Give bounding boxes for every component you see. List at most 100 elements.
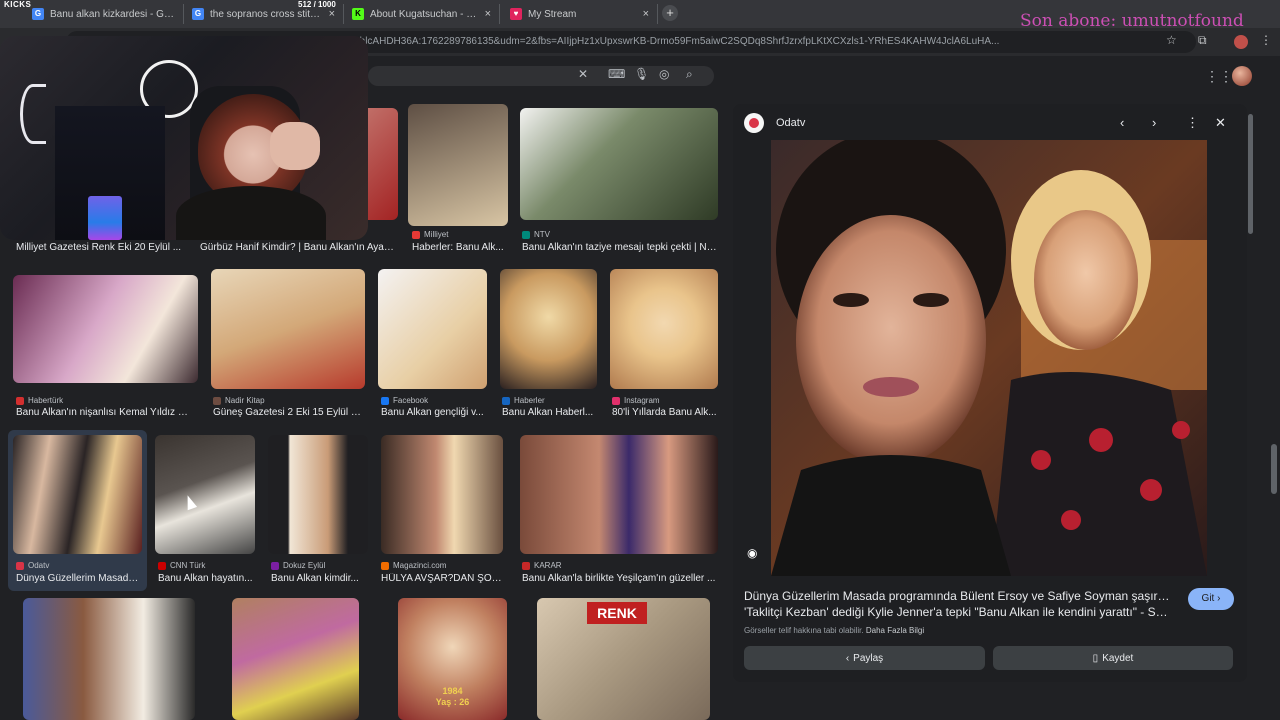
result-image[interactable] (520, 435, 718, 554)
source-favicon (522, 230, 530, 239)
preview-image[interactable] (771, 140, 1207, 576)
page-scrollbar[interactable] (1271, 444, 1277, 494)
result-image[interactable] (381, 435, 503, 554)
webcam-overlay (0, 36, 368, 240)
result-caption[interactable]: Banu Alkan gençliği v... (381, 407, 485, 418)
extensions-icon[interactable]: ⧉ (1198, 33, 1207, 48)
menu-kebab-icon[interactable]: ⋮ (1260, 33, 1272, 47)
profile-avatar[interactable] (1234, 35, 1248, 49)
google-icon: G (32, 8, 44, 20)
close-icon[interactable]: × (643, 8, 649, 20)
new-tab-button[interactable]: + (662, 5, 678, 21)
share-icon: ‹ (845, 652, 850, 664)
result-caption[interactable]: Milliyet Gazetesi Renk Eki 20 Eylül ... (16, 242, 196, 253)
result-source: Milliyet (412, 230, 448, 239)
visit-button[interactable]: Git › (1188, 588, 1234, 610)
previous-arrow-icon[interactable]: ‹ (1120, 115, 1124, 130)
google-icon: G (192, 8, 204, 20)
close-icon[interactable]: × (485, 8, 491, 20)
result-caption[interactable]: HÜLYA AVŞAR?DAN ŞOK... (381, 573, 503, 584)
source-favicon (158, 561, 166, 570)
more-options-icon[interactable]: ⋮ (1186, 115, 1199, 131)
preview-title[interactable]: Dünya Güzellerim Masada programında Büle… (744, 588, 1174, 620)
source-label: KARAR (534, 561, 562, 570)
copyright-notice: Görseller telif hakkına tabi olabilir. D… (744, 626, 924, 635)
result-image[interactable] (520, 108, 718, 220)
result-image[interactable] (23, 598, 195, 720)
more-info-link[interactable]: Daha Fazla Bilgi (866, 626, 924, 635)
search-bar[interactable]: ✕ ⌨ 🎙 ◎ ⌕ (368, 66, 714, 86)
star-icon[interactable]: ☆ (1166, 33, 1177, 47)
result-image[interactable] (378, 269, 487, 389)
result-source: Habertürk (16, 396, 63, 405)
result-caption[interactable]: Banu Alkan kimdir... (271, 573, 366, 584)
source-favicon (213, 396, 221, 405)
preview-image-art (771, 140, 1207, 576)
lens-icon[interactable]: ◎ (659, 67, 669, 81)
preview-source[interactable]: Odatv (744, 113, 805, 133)
source-favicon (381, 561, 389, 570)
result-caption[interactable]: 80'li Yıllarda Banu Alk... (612, 407, 718, 418)
result-image[interactable] (408, 104, 508, 226)
result-image[interactable] (232, 598, 359, 720)
keyboard-icon[interactable]: ⌨ (608, 67, 625, 81)
result-caption[interactable]: Gürbüz Hanif Kimdir? | Banu Alkan'ın Aya… (200, 242, 396, 253)
tab-my-stream[interactable]: ♥ My Stream × (502, 4, 658, 24)
share-button[interactable]: ‹ Paylaş (744, 646, 985, 670)
panel-scrollbar[interactable] (1248, 114, 1253, 234)
visit-button-label: Git (1201, 593, 1215, 604)
result-source: KARAR (522, 561, 562, 570)
save-button-label: Kaydet (1102, 652, 1134, 664)
result-source: Haberler (502, 396, 545, 405)
visual-search-lens-icon[interactable]: ◉ (747, 546, 765, 564)
result-source: Magazinci.com (381, 561, 446, 570)
result-source: Dokuz Eylül (271, 561, 325, 570)
result-source: Nadir Kitap (213, 396, 265, 405)
result-caption[interactable]: Banu Alkan'ın taziye mesajı tepki çekti … (522, 242, 718, 253)
source-favicon (381, 396, 389, 405)
result-image[interactable] (500, 269, 597, 389)
microphone-icon[interactable]: 🎙 (634, 67, 649, 81)
tab-google-1[interactable]: G Banu alkan kizkardesi - Google (24, 4, 184, 24)
preview-title-line: Dünya Güzellerim Masada programında Büle… (744, 589, 1174, 603)
streamer-body (176, 186, 326, 240)
close-preview-icon[interactable]: ✕ (1215, 115, 1226, 131)
account-avatar[interactable] (1232, 66, 1252, 86)
result-caption[interactable]: Dünya Güzellerim Masada... (16, 573, 142, 584)
stream-icon: ♥ (510, 8, 522, 20)
result-image[interactable] (13, 275, 198, 383)
kicks-counter: 512 / 1000 (298, 0, 336, 9)
clear-icon[interactable]: ✕ (578, 67, 588, 81)
odatv-logo-icon (744, 113, 764, 133)
result-source: Instagram (612, 396, 660, 405)
desk-lamp (20, 84, 46, 144)
preview-source-label: Odatv (776, 117, 806, 129)
source-favicon (612, 396, 620, 405)
result-caption[interactable]: Banu Alkan Haberl... (502, 407, 597, 418)
source-label: Habertürk (28, 396, 64, 405)
result-caption[interactable]: Banu Alkan'ın nişanlısı Kemal Yıldız ki.… (16, 407, 192, 418)
result-caption[interactable]: Banu Alkan'la birlikte Yeşilçam'ın güzel… (522, 573, 718, 584)
apps-grid-icon[interactable]: ⋮⋮ (1205, 68, 1233, 85)
search-icon[interactable]: ⌕ (686, 67, 693, 82)
source-label: Haberler (514, 396, 545, 405)
save-button[interactable]: ▯ Kaydet (993, 646, 1233, 670)
result-image[interactable]: 1984 Yaş : 26 (398, 598, 507, 720)
result-caption[interactable]: Güneş Gazetesi 2 Eki 15 Eylül 1... (213, 407, 363, 418)
result-image[interactable] (155, 435, 255, 554)
next-arrow-icon[interactable]: › (1152, 115, 1156, 130)
close-icon[interactable]: × (329, 8, 335, 20)
result-image[interactable] (268, 435, 368, 554)
source-label: Nadir Kitap (225, 396, 265, 405)
source-label: Facebook (393, 396, 429, 405)
source-label: Odatv (28, 561, 50, 570)
result-image[interactable] (610, 269, 718, 389)
result-caption[interactable]: Haberler: Banu Alk... (412, 242, 510, 253)
result-source: CNN Türk (158, 561, 205, 570)
result-caption[interactable]: Banu Alkan hayatın... (158, 573, 253, 584)
source-label: Milliyet (424, 230, 449, 239)
tab-kick[interactable]: K About Kugatsuchan - Watch Li × (344, 4, 500, 24)
result-image[interactable] (211, 269, 365, 389)
result-image[interactable] (13, 435, 142, 554)
result-image[interactable]: RENK (537, 598, 710, 720)
